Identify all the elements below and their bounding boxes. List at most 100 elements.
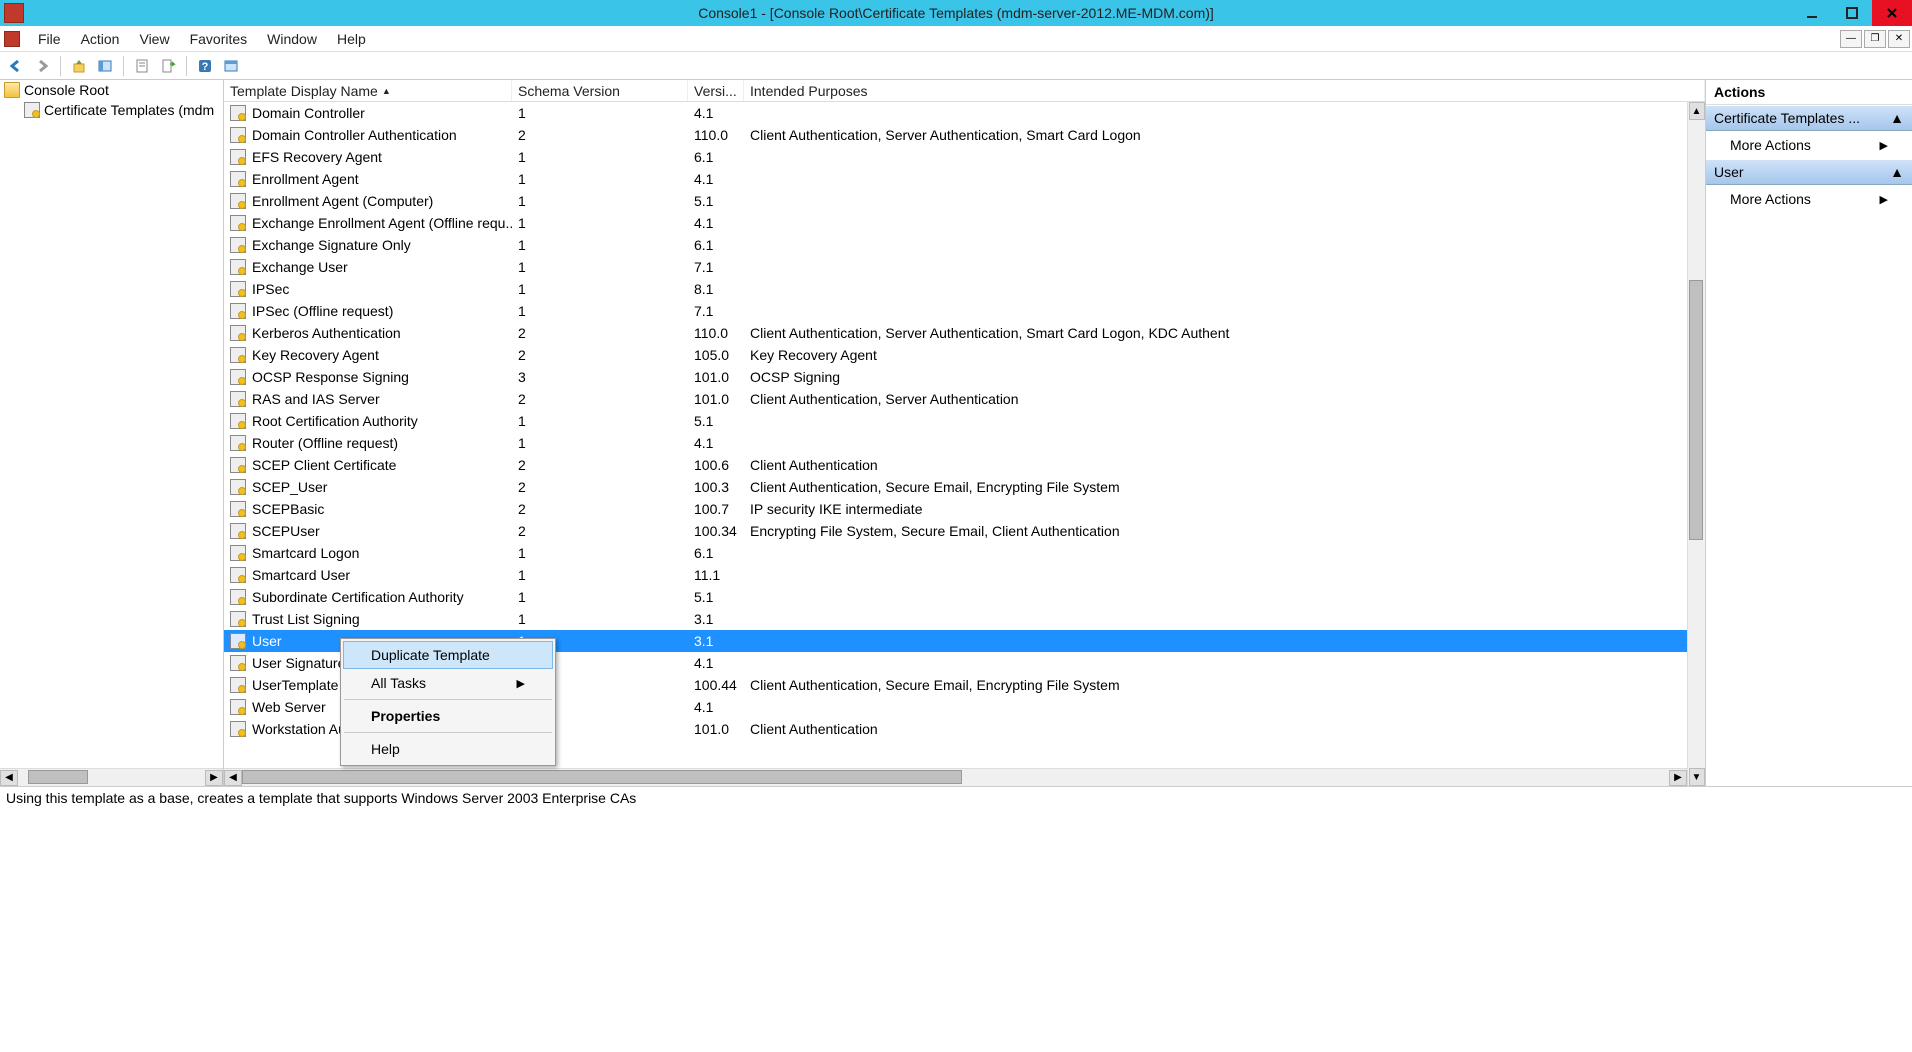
table-row[interactable]: Router (Offline request)14.1 — [224, 432, 1705, 454]
menu-view[interactable]: View — [129, 31, 179, 47]
table-row[interactable]: Exchange Signature Only16.1 — [224, 234, 1705, 256]
table-row[interactable]: Exchange Enrollment Agent (Offline requ.… — [224, 212, 1705, 234]
row-name: OCSP Response Signing — [252, 369, 409, 385]
scroll-thumb[interactable] — [1689, 280, 1703, 540]
row-name: Subordinate Certification Authority — [252, 589, 464, 605]
table-row[interactable]: Domain Controller Authentication2110.0Cl… — [224, 124, 1705, 146]
row-name: EFS Recovery Agent — [252, 149, 382, 165]
table-row[interactable]: IPSec18.1 — [224, 278, 1705, 300]
row-versi: 101.0 — [688, 721, 744, 737]
tree-hscroll[interactable]: ◀ ▶ — [0, 768, 223, 786]
row-versi: 4.1 — [688, 655, 744, 671]
context-menu-all-tasks[interactable]: All Tasks▶ — [343, 669, 553, 697]
mdi-restore-button[interactable]: ❐ — [1864, 30, 1886, 48]
table-row[interactable]: SCEP Client Certificate2100.6Client Auth… — [224, 454, 1705, 476]
menu-favorites[interactable]: Favorites — [180, 31, 258, 47]
table-row[interactable]: IPSec (Offline request)17.1 — [224, 300, 1705, 322]
table-row[interactable]: Exchange User17.1 — [224, 256, 1705, 278]
row-schema: 2 — [512, 347, 688, 363]
minimize-button[interactable] — [1792, 0, 1832, 26]
table-row[interactable]: Trust List Signing13.1 — [224, 608, 1705, 630]
table-row[interactable]: Enrollment Agent14.1 — [224, 168, 1705, 190]
table-row[interactable]: Smartcard User111.1 — [224, 564, 1705, 586]
table-row[interactable]: SCEPUser2100.34Encrypting File System, S… — [224, 520, 1705, 542]
scroll-thumb[interactable] — [28, 770, 88, 784]
tree-cert-templates[interactable]: Certificate Templates (mdm — [0, 100, 223, 120]
back-button[interactable] — [4, 54, 28, 78]
close-button[interactable] — [1872, 0, 1912, 26]
menu-help[interactable]: Help — [327, 31, 376, 47]
cert-icon — [230, 677, 246, 693]
submenu-icon: ▶ — [1880, 193, 1888, 206]
col-header-name[interactable]: Template Display Name▲ — [224, 80, 512, 101]
actions-group-cert-templates[interactable]: Certificate Templates ...▲ — [1706, 105, 1912, 131]
row-name: Enrollment Agent (Computer) — [252, 193, 433, 209]
cert-icon — [230, 325, 246, 341]
table-row[interactable]: Enrollment Agent (Computer) 15.1 — [224, 190, 1705, 212]
help-button[interactable]: ? — [193, 54, 217, 78]
row-schema: 2 — [512, 127, 688, 143]
row-versi: 5.1 — [688, 193, 744, 209]
scroll-down-icon[interactable]: ▼ — [1689, 768, 1705, 786]
scroll-up-icon[interactable]: ▲ — [1689, 102, 1705, 120]
context-menu-properties[interactable]: Properties — [343, 702, 553, 730]
row-versi: 6.1 — [688, 545, 744, 561]
cert-icon — [230, 215, 246, 231]
tree-root[interactable]: Console Root — [0, 80, 223, 100]
row-name: Kerberos Authentication — [252, 325, 401, 341]
table-row[interactable]: SCEPBasic2100.7IP security IKE intermedi… — [224, 498, 1705, 520]
actions-more-2[interactable]: More Actions▶ — [1706, 185, 1912, 213]
menu-window[interactable]: Window — [257, 31, 327, 47]
row-versi: 100.44 — [688, 677, 744, 693]
table-row[interactable]: Smartcard Logon16.1 — [224, 542, 1705, 564]
actions-group-user[interactable]: User▲ — [1706, 159, 1912, 185]
list-hscroll[interactable]: ◀ ▶ — [224, 768, 1687, 786]
row-versi: 6.1 — [688, 149, 744, 165]
table-row[interactable]: Kerberos Authentication2110.0Client Auth… — [224, 322, 1705, 344]
mdi-close-button[interactable]: ✕ — [1888, 30, 1910, 48]
show-hide-tree-button[interactable] — [93, 54, 117, 78]
row-schema: 2 — [512, 501, 688, 517]
row-schema: 1 — [512, 193, 688, 209]
scroll-left-icon[interactable]: ◀ — [0, 770, 18, 786]
export-button[interactable] — [156, 54, 180, 78]
table-row[interactable]: RAS and IAS Server2101.0Client Authentic… — [224, 388, 1705, 410]
list-vscroll[interactable]: ▲ ▼ — [1687, 102, 1705, 786]
list-pane: Template Display Name▲ Schema Version Ve… — [224, 80, 1706, 786]
row-schema: 1 — [512, 105, 688, 121]
table-row[interactable]: SCEP_User2100.3Client Authentication, Se… — [224, 476, 1705, 498]
table-row[interactable]: Subordinate Certification Authority15.1 — [224, 586, 1705, 608]
scroll-left-icon[interactable]: ◀ — [224, 770, 242, 786]
properties-button[interactable] — [130, 54, 154, 78]
table-row[interactable]: EFS Recovery Agent 16.1 — [224, 146, 1705, 168]
row-versi: 6.1 — [688, 237, 744, 253]
scroll-thumb[interactable] — [242, 770, 962, 784]
scroll-right-icon[interactable]: ▶ — [205, 770, 223, 786]
scroll-right-icon[interactable]: ▶ — [1669, 770, 1687, 786]
menu-file[interactable]: File — [28, 31, 71, 47]
table-row[interactable]: Root Certification Authority15.1 — [224, 410, 1705, 432]
table-row[interactable]: Key Recovery Agent2105.0Key Recovery Age… — [224, 344, 1705, 366]
col-header-versi[interactable]: Versi... — [688, 80, 744, 101]
row-versi: 105.0 — [688, 347, 744, 363]
row-versi: 101.0 — [688, 369, 744, 385]
menu-action[interactable]: Action — [71, 31, 130, 47]
context-menu-help[interactable]: Help — [343, 735, 553, 763]
col-header-schema[interactable]: Schema Version — [512, 80, 688, 101]
table-row[interactable]: OCSP Response Signing3101.0OCSP Signing — [224, 366, 1705, 388]
row-versi: 4.1 — [688, 215, 744, 231]
cert-icon — [230, 567, 246, 583]
actions-more-1[interactable]: More Actions▶ — [1706, 131, 1912, 159]
mdi-minimize-button[interactable]: — — [1840, 30, 1862, 48]
up-button[interactable] — [67, 54, 91, 78]
forward-button[interactable] — [30, 54, 54, 78]
context-menu-duplicate-template[interactable]: Duplicate Template — [343, 641, 553, 669]
table-row[interactable]: Domain Controller14.1 — [224, 102, 1705, 124]
new-window-button[interactable] — [219, 54, 243, 78]
row-schema: 1 — [512, 149, 688, 165]
row-name: Workstation Au — [252, 721, 346, 737]
maximize-button[interactable] — [1832, 0, 1872, 26]
col-header-purpose[interactable]: Intended Purposes — [744, 80, 1705, 101]
submenu-icon: ▶ — [1880, 139, 1888, 152]
row-versi: 100.34 — [688, 523, 744, 539]
